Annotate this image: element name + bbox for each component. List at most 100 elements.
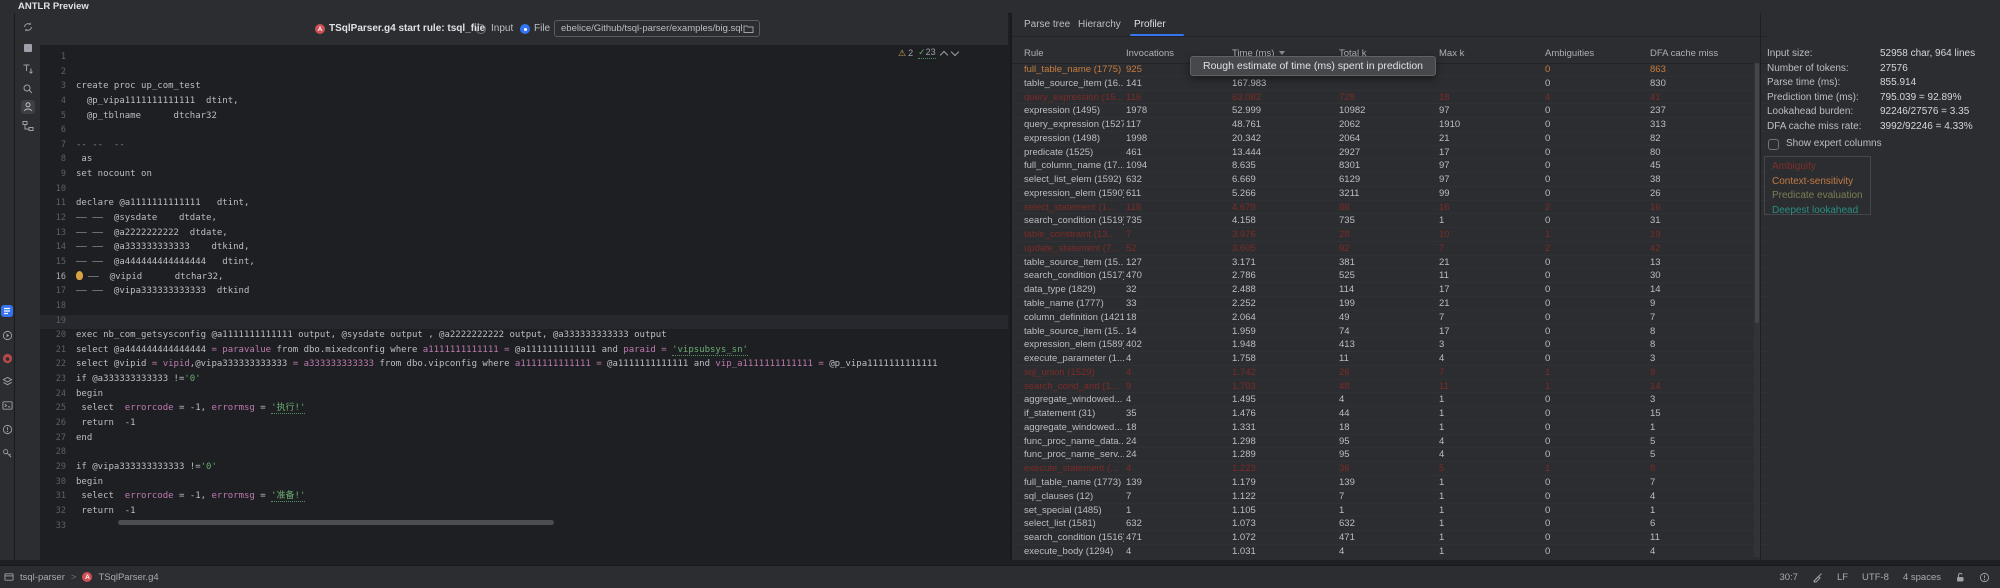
stop-icon[interactable]	[21, 41, 35, 55]
line-number[interactable]: 5	[40, 109, 76, 124]
line-number[interactable]: 27	[40, 431, 76, 446]
profiler-row[interactable]: if_statement (31)351.476441015	[1012, 407, 1768, 421]
profiler-row[interactable]: search_cond_and (1...91.7034811114	[1012, 380, 1768, 394]
line-ending[interactable]: LF	[1837, 572, 1848, 583]
column-header[interactable]: Ambiguities	[1545, 48, 1594, 59]
file-radio-label[interactable]: File	[534, 13, 550, 45]
line-number[interactable]: 14	[40, 240, 76, 255]
line-number[interactable]: 28	[40, 445, 76, 460]
prev-problem-icon[interactable]	[939, 50, 947, 58]
profiler-row[interactable]: aggregate_windowed...181.33118101	[1012, 421, 1768, 435]
file-path-value[interactable]: ebelice/Github/tsql-parser/examples/big.…	[555, 23, 743, 34]
caret-position[interactable]: 30:7	[1779, 572, 1798, 583]
line-number[interactable]: 4	[40, 94, 76, 109]
profiler-row[interactable]: query_expression (1527)11748.76120621910…	[1012, 118, 1768, 132]
line-number[interactable]: 25	[40, 401, 76, 416]
line-number[interactable]: 16	[40, 270, 76, 285]
profiler-row[interactable]: search_condition (1519)7354.1587351031	[1012, 214, 1768, 228]
profiler-row[interactable]: table_source_item (16...141167.9830830	[1012, 77, 1768, 91]
profiler-person-icon[interactable]	[21, 100, 35, 114]
breadcrumb-file[interactable]: TSqlParser.g4	[98, 572, 158, 583]
input-radio[interactable]	[476, 24, 486, 34]
profiler-row[interactable]: expression_elem (1589)4021.948413308	[1012, 338, 1768, 352]
line-number[interactable]: 21	[40, 343, 76, 358]
line-number[interactable]: 20	[40, 328, 76, 343]
line-number[interactable]: 23	[40, 372, 76, 387]
hierarchy-icon[interactable]	[21, 119, 35, 133]
problems-icon[interactable]	[1, 423, 13, 435]
line-number[interactable]: 17	[40, 284, 76, 299]
line-number[interactable]: 24	[40, 387, 76, 402]
notifications-icon[interactable]	[1979, 572, 1990, 583]
profiler-row[interactable]: expression (1495)197852.99910982970237	[1012, 104, 1768, 118]
antlr-grammar-icon[interactable]	[1, 352, 13, 364]
antlr-preview-tool-icon[interactable]	[1, 305, 13, 317]
profiler-row[interactable]: func_proc_name_serv...241.28995405	[1012, 448, 1768, 462]
line-number[interactable]: 30	[40, 475, 76, 490]
breadcrumb-project[interactable]: tsql-parser	[20, 572, 65, 583]
column-header[interactable]: Rule	[1024, 48, 1124, 59]
line-number[interactable]: 18	[40, 299, 76, 314]
line-number[interactable]: 3	[40, 79, 76, 94]
profiler-row[interactable]: predicate (1525)46113.444292717080	[1012, 146, 1768, 160]
intention-bulb-icon[interactable]	[76, 271, 83, 280]
highlighting-off-icon[interactable]	[1812, 572, 1823, 583]
profiler-row[interactable]: select_list (1581)6321.073632106	[1012, 517, 1768, 531]
file-radio[interactable]	[520, 24, 530, 34]
layers-icon[interactable]	[1, 375, 13, 387]
profiler-row[interactable]: expression_elem (1590)6115.266321199026	[1012, 187, 1768, 201]
line-number[interactable]: 22	[40, 357, 76, 372]
profiler-row[interactable]: table_name (1777)332.2521992109	[1012, 297, 1768, 311]
profiler-row[interactable]: full_table_name (1773)1391.179139107	[1012, 476, 1768, 490]
line-number[interactable]: 29	[40, 460, 76, 475]
profiler-row[interactable]: table_source_item (15...141.959741708	[1012, 325, 1768, 339]
line-number[interactable]: 13	[40, 226, 76, 241]
expert-columns-label[interactable]: Show expert columns	[1786, 137, 1882, 151]
line-number[interactable]: 10	[40, 182, 76, 197]
profiler-row[interactable]: set_special (1485)11.1051101	[1012, 504, 1768, 518]
line-number[interactable]: 11	[40, 196, 76, 211]
line-number[interactable]: 33	[40, 519, 76, 534]
window-icon[interactable]	[4, 572, 14, 582]
profiler-row[interactable]: execute_statement (...41.22336518	[1012, 462, 1768, 476]
input-radio-label[interactable]: Input	[491, 13, 513, 45]
profiler-row[interactable]: full_column_name (17...10948.63583019704…	[1012, 159, 1768, 173]
line-number[interactable]: 12	[40, 211, 76, 226]
expert-columns-checkbox[interactable]	[1768, 139, 1779, 150]
profiler-row[interactable]: expression (1498)199820.342206421082	[1012, 132, 1768, 146]
column-header[interactable]: DFA cache miss	[1650, 48, 1718, 59]
line-number[interactable]: 31	[40, 489, 76, 504]
profiler-row[interactable]: table_source_item (15...1273.17138121013	[1012, 256, 1768, 270]
column-header[interactable]: Invocations	[1126, 48, 1174, 59]
profiler-row[interactable]: search_condition (1517)4702.78652511030	[1012, 269, 1768, 283]
table-scrollbar-thumb[interactable]	[1755, 63, 1759, 323]
inspections-widget[interactable]: 2 23	[898, 47, 958, 59]
line-number[interactable]: 19	[40, 314, 76, 329]
profiler-row[interactable]: column_definition (1421)182.06449707	[1012, 311, 1768, 325]
line-number[interactable]: 9	[40, 167, 76, 182]
line-number[interactable]: 6	[40, 123, 76, 138]
scroll-to-source-icon[interactable]	[21, 62, 35, 76]
encoding[interactable]: UTF-8	[1862, 572, 1889, 583]
profiler-row[interactable]: search_condition (1516)4711.0724711011	[1012, 531, 1768, 545]
profiler-row[interactable]: sql_union (1529)41.74226719	[1012, 366, 1768, 380]
line-number[interactable]: 7	[40, 138, 76, 153]
profiler-row[interactable]: execute_body (1294)41.0314104	[1012, 545, 1768, 557]
profiler-row[interactable]: aggregate_windowed...41.4954103	[1012, 393, 1768, 407]
profiler-row[interactable]: data_type (1829)322.48811417014	[1012, 283, 1768, 297]
line-number[interactable]: 26	[40, 416, 76, 431]
line-number[interactable]: 32	[40, 504, 76, 519]
unlock-icon[interactable]	[1955, 572, 1965, 583]
indent-setting[interactable]: 4 spaces	[1903, 572, 1941, 583]
profiler-row[interactable]: update_statement (7...523.605927242	[1012, 242, 1768, 256]
profiler-row[interactable]: sql_clauses (12)71.1227104	[1012, 490, 1768, 504]
line-number[interactable]: 15	[40, 255, 76, 270]
column-header[interactable]: Max k	[1439, 48, 1464, 59]
next-problem-icon[interactable]	[950, 47, 958, 55]
search-icon[interactable]	[21, 82, 35, 96]
key-icon[interactable]	[1, 447, 13, 459]
line-number[interactable]: 2	[40, 65, 76, 80]
profiler-row[interactable]: func_proc_name_data...241.29895405	[1012, 435, 1768, 449]
line-number[interactable]: 8	[40, 152, 76, 167]
profiler-row[interactable]: select_list_elem (1592)6326.669612997038	[1012, 173, 1768, 187]
